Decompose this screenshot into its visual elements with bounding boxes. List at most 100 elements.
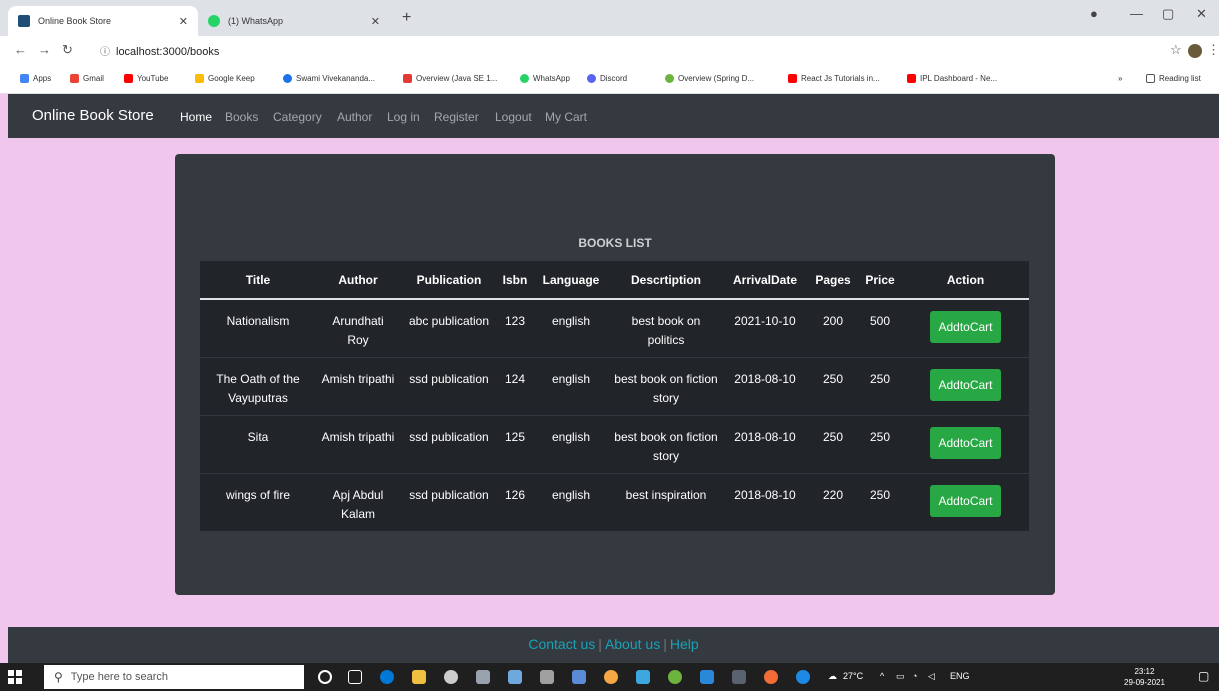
cell-price: 250 [858,356,902,415]
window-close-icon[interactable]: ✕ [1196,6,1207,22]
help-icon[interactable] [796,670,810,684]
taskbar-search-input[interactable]: ⚲ Type here to search [44,665,304,689]
cortana-icon[interactable] [318,670,332,684]
chevron-right-icon[interactable]: » [1118,74,1122,83]
new-tab-button[interactable]: + [402,9,411,27]
back-icon[interactable]: ← [14,42,27,57]
footer-help-link[interactable]: Help [670,636,699,652]
task-view-icon[interactable] [348,670,362,684]
edge-icon[interactable] [380,670,394,684]
whatsapp-icon [520,74,529,83]
bookmark-apps[interactable]: Apps [20,74,51,83]
spring-tool-icon[interactable] [668,670,682,684]
forward-icon[interactable]: → [38,42,51,57]
app-icon[interactable] [476,670,490,684]
github-icon[interactable] [444,670,458,684]
nav-category[interactable]: Category [273,110,322,124]
cell-title: The Oath of the Vayuputras [200,356,316,415]
bookmark-youtube[interactable]: YouTube [124,74,168,83]
calculator-icon[interactable] [540,670,554,684]
react-icon [18,15,30,27]
app-icon[interactable] [636,670,650,684]
bookmark-react[interactable]: React Js Tutorials in... [788,74,880,83]
profile-icon[interactable]: ● [1090,6,1098,21]
col-title: Title [200,261,316,300]
app-icon[interactable] [572,670,586,684]
bookmark-discord[interactable]: Discord [587,74,627,83]
footer-contact-link[interactable]: Contact us [528,636,595,652]
clock[interactable]: 23:12 29-09-2021 [1124,666,1165,688]
menu-icon[interactable]: ⋮ [1207,42,1219,58]
add-to-cart-button[interactable]: AddtoCart [930,426,1001,459]
cell-pages: 220 [808,472,858,531]
app-icon[interactable] [508,670,522,684]
col-language: Language [532,261,610,300]
url-field[interactable]: ⓘ localhost:3000/books [100,43,219,58]
search-placeholder: Type here to search [70,671,169,683]
cell-price: 500 [858,298,902,357]
site-icon [283,74,292,83]
close-icon[interactable]: ✕ [179,15,188,28]
footer-about-link[interactable]: About us [605,636,660,652]
network-icon[interactable]: ◔ [912,671,917,681]
add-to-cart-button[interactable]: AddtoCart [930,484,1001,517]
bookmark-google-keep[interactable]: Google Keep [195,74,255,83]
windows-taskbar: ⚲ Type here to search ☁ 27°C ^ ▭ ◔ ◁ ENG… [0,663,1219,691]
cell-arrival-date: 2018-08-10 [722,414,808,473]
bookmark-whatsapp[interactable]: WhatsApp [520,74,570,83]
volume-icon[interactable]: ◁ [928,671,935,682]
avatar[interactable] [1188,44,1202,58]
close-icon[interactable]: ✕ [371,15,380,28]
nav-logout[interactable]: Logout [495,110,532,124]
star-icon[interactable]: ☆ [1170,42,1182,58]
whatsapp-icon [208,15,220,27]
gmail-icon [70,74,79,83]
reload-icon[interactable]: ↻ [62,42,73,58]
minimize-icon[interactable]: — [1130,6,1143,21]
cell-description: best book on fiction story [610,356,722,415]
nav-my-cart[interactable]: My Cart [545,110,587,124]
cell-description: best book on politics [610,298,722,357]
bookmark-spring[interactable]: Overview (Spring D... [665,74,754,83]
books-list-title: BOOKS LIST [578,236,652,250]
bookmark-gmail[interactable]: Gmail [70,74,104,83]
chrome-icon[interactable] [604,670,618,684]
bookmark-swami[interactable]: Swami Vivekananda... [283,74,375,83]
add-to-cart-button[interactable]: AddtoCart [930,368,1001,401]
nav-login[interactable]: Log in [387,110,420,124]
bookmark-ipl[interactable]: IPL Dashboard - Ne... [907,74,997,83]
bookmark-java[interactable]: Overview (Java SE 1... [403,74,497,83]
nav-books[interactable]: Books [225,110,258,124]
cell-pages: 250 [808,414,858,473]
cell-author: Apj Abdul Kalam [316,472,400,531]
brand[interactable]: Online Book Store [32,107,154,124]
notification-icon[interactable]: ▢ [1198,669,1209,683]
tab-whatsapp[interactable]: (1) WhatsApp ✕ [198,6,390,36]
chevron-up-icon[interactable]: ^ [880,671,884,681]
nav-register[interactable]: Register [434,110,479,124]
nav-home[interactable]: Home [180,110,212,124]
reading-list[interactable]: Reading list [1146,74,1201,83]
maximize-icon[interactable]: ▢ [1162,6,1174,22]
file-explorer-icon[interactable] [412,670,426,684]
postman-icon[interactable] [764,670,778,684]
cell-title: Sita [200,414,316,473]
cell-author: Amish tripathi [316,356,400,415]
weather-text[interactable]: 27°C [843,671,863,681]
app-icon[interactable] [732,670,746,684]
col-action: Action [902,261,1029,300]
vscode-icon[interactable] [700,670,714,684]
add-to-cart-button[interactable]: AddtoCart [930,311,1001,343]
weather-icon[interactable]: ☁ [828,671,837,682]
nav-author[interactable]: Author [337,110,372,124]
windows-start-icon[interactable] [8,670,22,684]
clock-date: 29-09-2021 [1124,678,1165,687]
books-card: BOOKS LIST Title Author Publication Isbn… [175,154,1055,595]
cell-publication: ssd publication [400,414,498,473]
language-indicator[interactable]: ENG [950,671,970,681]
tab-online-book-store[interactable]: Online Book Store ✕ [8,6,198,36]
cell-action: AddtoCart [902,472,1029,531]
tab-title: (1) WhatsApp [228,16,284,26]
battery-icon[interactable]: ▭ [896,671,905,682]
cell-description: best inspiration [610,472,722,531]
